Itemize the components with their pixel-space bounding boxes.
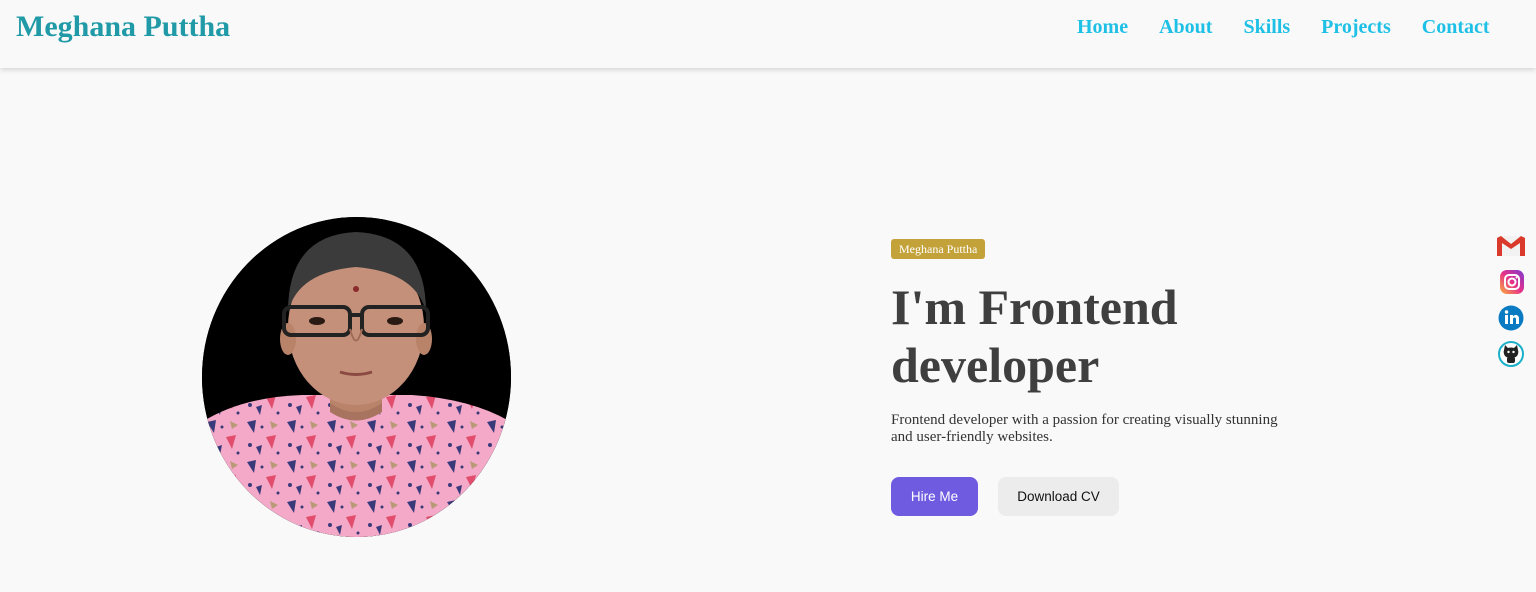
profile-avatar bbox=[202, 217, 511, 537]
hire-me-button[interactable]: Hire Me bbox=[891, 477, 978, 516]
social-links bbox=[1496, 233, 1526, 377]
nav-link-skills[interactable]: Skills bbox=[1243, 16, 1290, 39]
nav-link-projects[interactable]: Projects bbox=[1321, 16, 1391, 39]
nav-link-home[interactable]: Home bbox=[1077, 16, 1128, 39]
hero-description: Frontend developer with a passion for cr… bbox=[891, 412, 1278, 445]
profile-photo-illustration bbox=[202, 217, 511, 537]
hero-headline: I'm Frontend developer bbox=[891, 279, 1178, 393]
brand-logo[interactable]: Meghana Puttha bbox=[16, 10, 230, 44]
nav-link-about[interactable]: About bbox=[1159, 16, 1212, 39]
download-cv-button[interactable]: Download CV bbox=[998, 477, 1119, 516]
nav-link-contact[interactable]: Contact bbox=[1422, 16, 1490, 39]
github-icon[interactable] bbox=[1496, 341, 1526, 367]
navbar: Meghana Puttha Home About Skills Project… bbox=[0, 0, 1536, 68]
instagram-icon[interactable] bbox=[1496, 269, 1526, 295]
linkedin-icon[interactable] bbox=[1496, 305, 1526, 331]
nav-links: Home About Skills Projects Contact bbox=[1077, 16, 1521, 39]
name-badge: Meghana Puttha bbox=[891, 239, 986, 259]
gmail-icon[interactable] bbox=[1496, 233, 1526, 259]
